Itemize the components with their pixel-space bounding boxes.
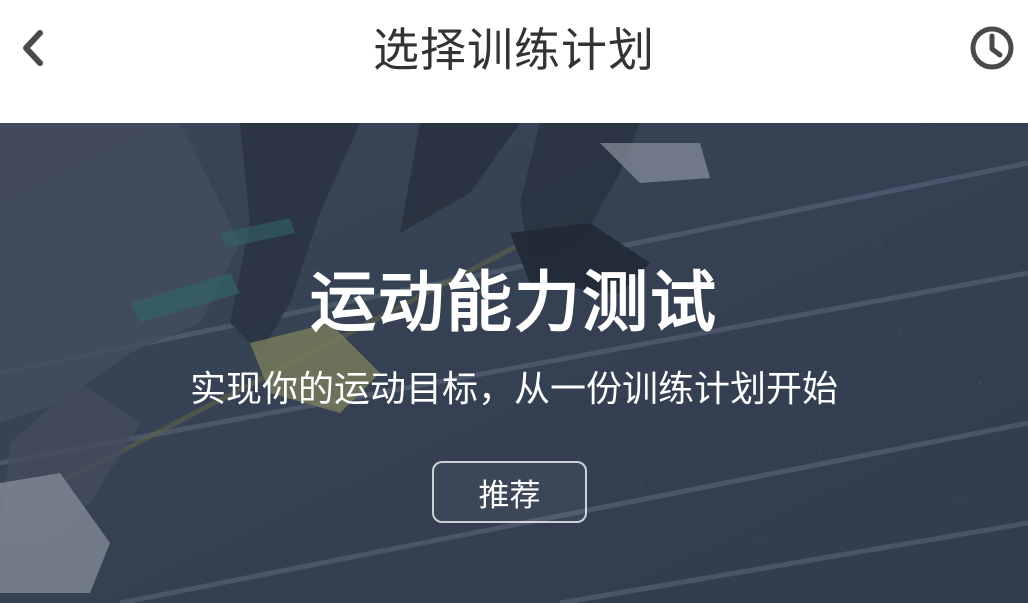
clock-icon: [970, 26, 1014, 70]
page-title: 选择训练计划: [373, 23, 655, 77]
history-button[interactable]: [966, 22, 1018, 74]
hero-banner[interactable]: 运动能力测试 实现你的运动目标，从一份训练计划开始 推荐: [0, 123, 1028, 603]
banner-subtitle: 实现你的运动目标，从一份训练计划开始: [189, 369, 838, 410]
banner-heading: 运动能力测试: [310, 264, 718, 341]
top-navigation-bar: 选择训练计划: [0, 0, 1028, 123]
recommend-button[interactable]: 推荐: [432, 461, 587, 523]
banner-dark-overlay: [0, 123, 1028, 603]
